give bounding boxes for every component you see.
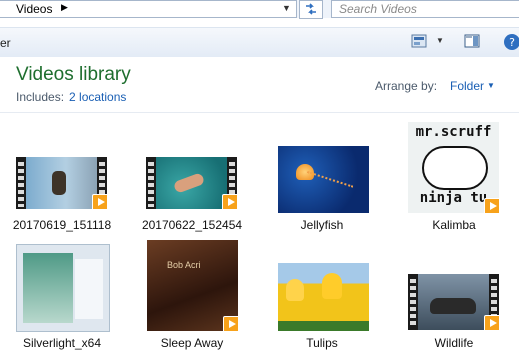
item-name: Jellyfish	[300, 218, 344, 232]
view-dropdown-icon[interactable]: ▼	[436, 36, 444, 45]
arrange-dropdown-icon[interactable]: ▼	[487, 81, 495, 90]
search-input[interactable]: Search Videos	[331, 0, 519, 18]
video-tile-jellyfish[interactable]: Jellyfish	[267, 118, 377, 232]
refresh-icon	[306, 3, 316, 15]
help-icon[interactable]: ?	[499, 33, 519, 51]
item-name: Silverlight_x64	[22, 336, 102, 350]
album-art: mr.scruff ninja tu	[408, 122, 499, 213]
video-thumbnail	[146, 157, 237, 209]
video-tile-20170619[interactable]: 20170619_151118	[7, 118, 117, 232]
refresh-button[interactable]	[299, 0, 323, 19]
library-header: Videos library Includes: 2 locations Arra…	[0, 57, 519, 112]
search-placeholder: Search Videos	[339, 2, 417, 16]
folder-thumbnail	[16, 244, 110, 332]
address-dropdown-icon[interactable]: ▼	[282, 3, 291, 13]
video-thumbnail	[16, 157, 107, 209]
includes-label: Includes:	[16, 90, 65, 104]
item-name: 20170622_152454	[141, 218, 243, 232]
item-name: Wildlife	[434, 336, 474, 350]
item-name: Sleep Away	[160, 336, 224, 350]
video-thumbnail	[408, 274, 499, 330]
command-toolbar: er ▼ ?	[0, 27, 519, 58]
arrange-by-value[interactable]: Folder	[450, 79, 484, 93]
album-art-text: mr.scruff	[415, 124, 492, 140]
header-divider	[0, 112, 519, 113]
audio-play-icon	[484, 198, 499, 213]
video-thumbnail	[278, 263, 369, 331]
breadcrumb-arrow-icon[interactable]: ▶	[61, 2, 68, 13]
address-bar[interactable]: Videos ▶ ▼	[0, 0, 297, 18]
video-play-icon	[92, 194, 107, 209]
video-play-icon	[222, 194, 237, 209]
video-tile-tulips[interactable]: Tulips	[267, 236, 377, 350]
video-thumbnail	[278, 146, 369, 213]
library-includes: Includes: 2 locations	[16, 90, 126, 104]
album-art: Bob Acri	[147, 240, 238, 331]
item-name: Tulips	[306, 336, 338, 350]
audio-tile-kalimba[interactable]: mr.scruff ninja tu Kalimba	[399, 118, 509, 232]
svg-text:?: ?	[509, 36, 515, 49]
library-title: Videos library	[16, 64, 131, 85]
item-name: 20170619_151118	[12, 218, 112, 232]
album-art-text: Bob Acri	[167, 260, 201, 270]
audio-tile-sleep-away[interactable]: Bob Acri Sleep Away	[137, 236, 247, 350]
arrange-by-label: Arrange by:	[375, 79, 438, 93]
toolbar-partial-label[interactable]: er	[0, 36, 11, 50]
breadcrumb-videos[interactable]: Videos	[16, 2, 52, 16]
item-name: Kalimba	[432, 218, 476, 232]
locations-link[interactable]: 2 locations	[69, 90, 126, 104]
video-tile-wildlife[interactable]: Wildlife	[399, 236, 509, 350]
change-view-icon[interactable]	[411, 34, 427, 48]
audio-play-icon	[223, 316, 238, 331]
address-bar-row: Videos ▶ ▼ Search Videos	[0, 0, 519, 19]
video-play-icon	[484, 315, 499, 330]
video-tile-20170622[interactable]: 20170622_152454	[137, 118, 247, 232]
tile-silverlight[interactable]: Silverlight_x64	[7, 236, 117, 350]
preview-pane-icon[interactable]	[464, 34, 480, 48]
